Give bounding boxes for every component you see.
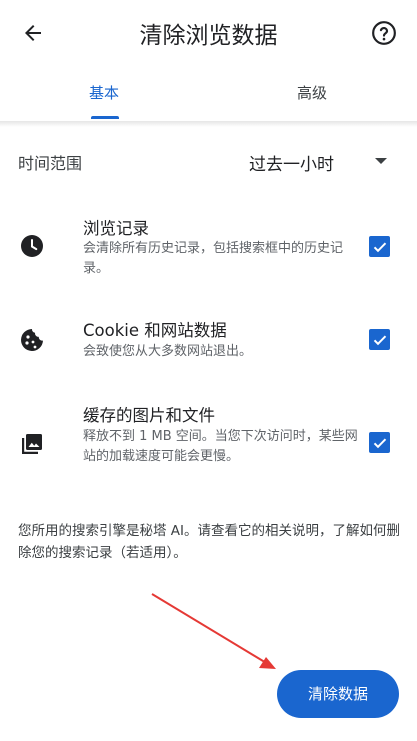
- annotation-arrow-icon: [151, 593, 276, 669]
- clear-data-button[interactable]: 清除数据: [277, 670, 399, 718]
